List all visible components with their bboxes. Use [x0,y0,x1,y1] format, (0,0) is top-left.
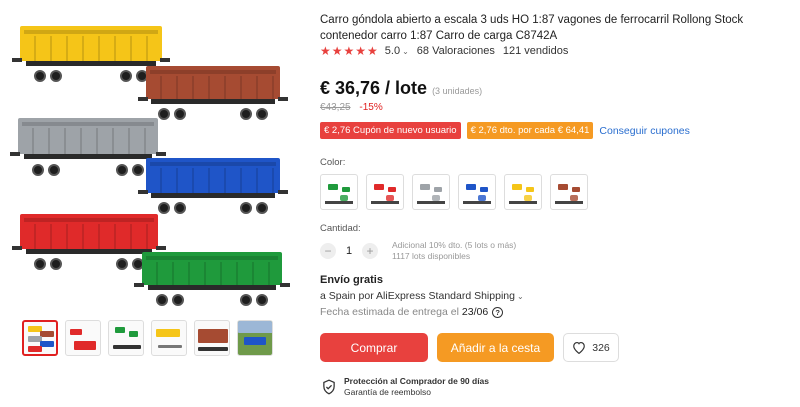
action-buttons: Comprar Añadir a la cesta 326 [320,333,619,362]
thumbnail-6[interactable] [237,320,273,356]
wagon-blue [138,158,288,214]
wishlist-button[interactable]: 326 [563,333,619,362]
wagon-brown [138,66,288,120]
protection-subtitle: Garantía de reembolso [344,387,431,397]
shipping-method-text: a Spain por AliExpress Standard Shipping [320,290,515,302]
chevron-down-icon[interactable]: ⌄ [402,47,409,56]
color-option-blue[interactable] [458,174,496,210]
product-title: Carro góndola abierto a escala 3 uds HO … [320,14,744,42]
wagon-yellow [12,26,170,82]
coupon-threshold[interactable]: € 2,76 dto. por cada € 64,41 [466,122,594,139]
current-price: € 36,76 / lote [320,78,428,98]
quantity-value[interactable]: 1 [336,245,362,257]
product-image-gallery[interactable] [10,8,300,308]
buy-now-button[interactable]: Comprar [320,333,428,362]
add-to-cart-button[interactable]: Añadir a la cesta [437,333,554,362]
old-price: €43,25 [320,102,351,113]
thumbnail-strip [22,320,273,356]
delivery-date: 23/06 [461,306,489,318]
increment-button[interactable]: + [362,243,378,259]
color-option-green[interactable] [320,174,358,210]
price-row: € 36,76 / lote (3 unidades) [320,78,482,99]
sold-count: 121 vendidos [502,45,569,57]
quantity-note: Adicional 10% dto. (5 lots o más) 1117 l… [392,240,516,262]
shipping-method[interactable]: a Spain por AliExpress Standard Shipping… [320,290,524,302]
thumbnail-4[interactable] [151,320,187,356]
discount-badge: -15% [359,102,383,113]
buyer-protection: Protección al Comprador de 90 días Garan… [322,376,489,398]
help-icon[interactable]: ? [492,306,504,318]
thumbnail-2[interactable] [65,320,101,356]
stock-available: 1117 lots disponibles [392,251,471,261]
bulk-discount-note: Adicional 10% dto. (5 lots o más) [392,240,517,250]
quantity-stepper: − 1 + Adicional 10% dto. (5 lots o más) … [320,240,516,262]
wishlist-count: 326 [592,341,610,354]
decrement-button[interactable]: − [320,243,336,259]
color-options [320,174,588,210]
color-option-gray[interactable] [412,174,450,210]
quantity-label: Cantidad: [320,223,361,234]
wagon-green [134,252,290,306]
delivery-estimate: Fecha estimada de entrega el 23/06 ? [320,306,504,318]
chevron-down-icon[interactable]: ⌄ [517,292,524,301]
reviews-count[interactable]: 68 Valoraciones [417,45,495,57]
color-option-red[interactable] [366,174,404,210]
color-option-yellow[interactable] [504,174,542,210]
color-option-brown[interactable] [550,174,588,210]
thumbnail-3[interactable] [108,320,144,356]
units-note: (3 unidades) [432,86,483,96]
rating-row: ★★★★★ 5.0 ⌄ 68 Valoraciones 121 vendidos [320,44,568,58]
delivery-label: Fecha estimada de entrega el [320,306,459,318]
get-coupons-link[interactable]: Conseguir cupones [599,125,689,137]
coupons-row: € 2,76 Cupón de nuevo usuario € 2,76 dto… [320,122,690,139]
rating-value[interactable]: 5.0 [385,45,400,57]
shield-check-icon [323,379,335,395]
protection-title: Protección al Comprador de 90 días [344,376,490,386]
wagon-gray [10,118,166,176]
shipping-title: Envío gratis [320,274,383,286]
heart-icon [573,341,586,354]
wagon-red [12,214,166,270]
thumbnail-5[interactable] [194,320,230,356]
coupon-new-user[interactable]: € 2,76 Cupón de nuevo usuario [320,122,461,139]
rating-stars-icon: ★★★★★ [320,44,379,58]
color-label: Color: [320,157,346,168]
thumbnail-1[interactable] [22,320,58,356]
old-price-row: €43,25 -15% [320,102,383,113]
